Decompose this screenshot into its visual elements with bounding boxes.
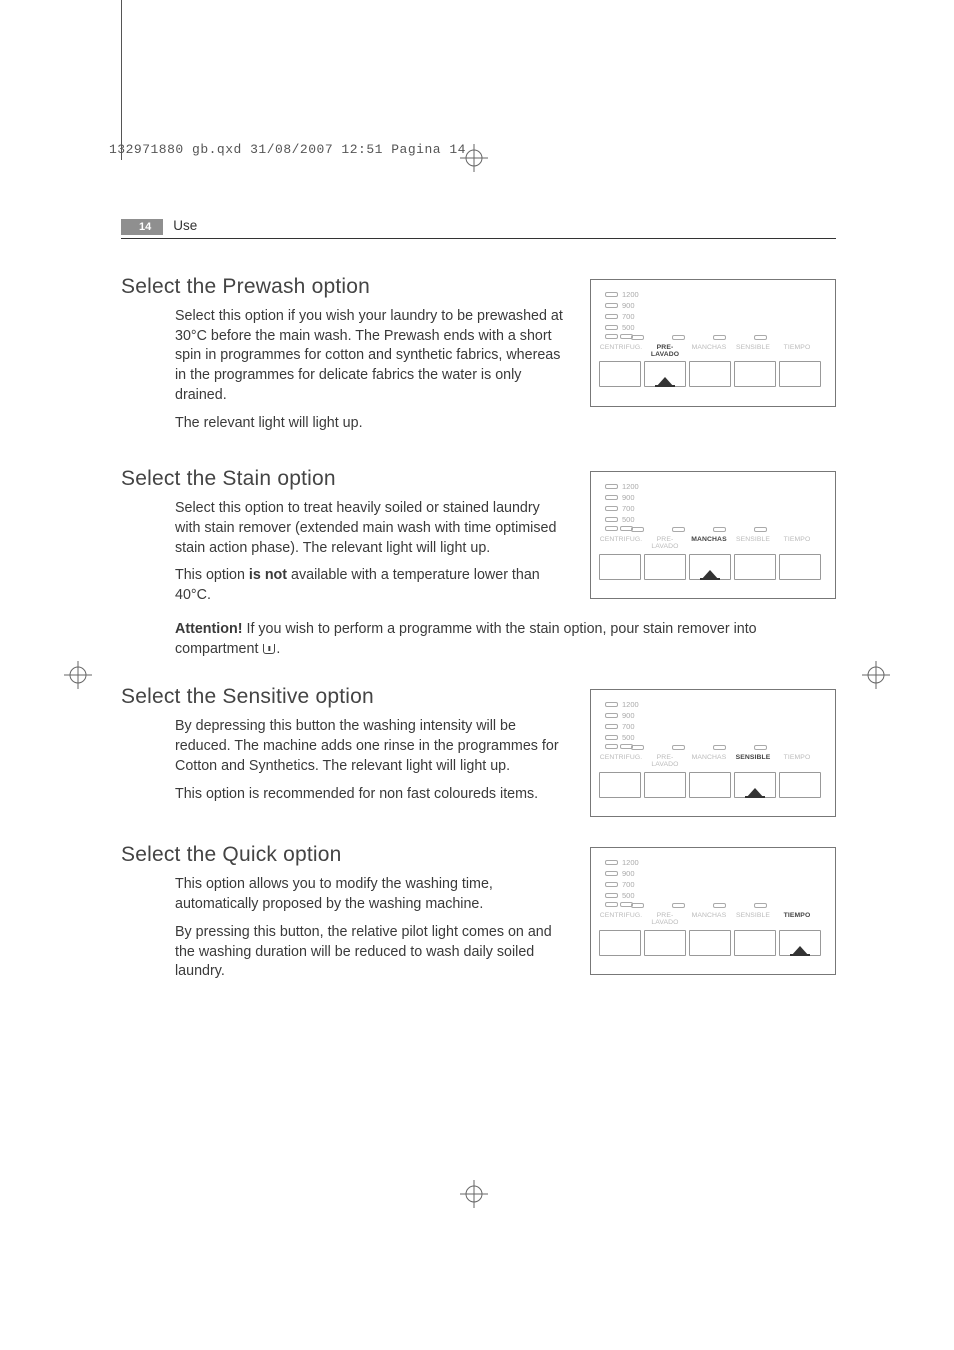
section-heading: Select the Sensitive option: [121, 685, 568, 709]
panel-button-sensible: [734, 772, 776, 798]
page-number: 14: [121, 219, 163, 235]
control-panel-diagram: 1200900700500 CENTRIFUG.PRE-LAVADOMANCHA…: [590, 471, 836, 599]
panel-button-centrifug: [599, 772, 641, 798]
control-panel-diagram: 1200900700500 CENTRIFUG.PRE-LAVADOMANCHA…: [590, 689, 836, 817]
body-text: The relevant light will light up.: [175, 414, 568, 434]
registration-mark-icon: [64, 661, 92, 689]
section-heading: Select the Stain option: [121, 467, 568, 491]
registration-mark-icon: [460, 1180, 488, 1208]
panel-button-manchas: [689, 554, 731, 580]
running-head: 14 Use: [121, 218, 836, 239]
body-text: By pressing this button, the relative pi…: [175, 923, 568, 982]
print-file-header: 132971880 gb.qxd 31/08/2007 12:51 Pagina…: [109, 142, 466, 157]
section-label: Use: [173, 218, 197, 233]
body-text: Select this option if you wish your laun…: [175, 307, 568, 406]
panel-button-manchas: [689, 772, 731, 798]
panel-button-centrifug: [599, 554, 641, 580]
panel-button-centrifug: [599, 361, 641, 387]
panel-button-manchas: [689, 361, 731, 387]
panel-button-tiempo: [779, 930, 821, 956]
control-panel-diagram: 1200900700500 CENTRIFUG.PRE-LAVADOMANCHA…: [590, 279, 836, 407]
body-text: Select this option to treat heavily soil…: [175, 499, 568, 558]
panel-button-centrifug: [599, 930, 641, 956]
panel-button-prelavado: [644, 772, 686, 798]
panel-button-sensible: [734, 361, 776, 387]
compartment-icon: [263, 644, 275, 654]
section-heading: Select the Prewash option: [121, 275, 568, 299]
panel-button-prelavado: [644, 930, 686, 956]
panel-button-prelavado: [644, 361, 686, 387]
section-heading: Select the Quick option: [121, 843, 568, 867]
control-panel-diagram: 1200900700500 CENTRIFUG.PRE-LAVADOMANCHA…: [590, 847, 836, 975]
panel-button-prelavado: [644, 554, 686, 580]
panel-button-tiempo: [779, 554, 821, 580]
body-text: By depressing this button the washing in…: [175, 717, 568, 776]
registration-mark-icon: [862, 661, 890, 689]
body-text: This option is recommended for non fast …: [175, 785, 568, 805]
body-text: Attention! If you wish to perform a prog…: [175, 620, 836, 659]
panel-button-sensible: [734, 930, 776, 956]
panel-button-tiempo: [779, 361, 821, 387]
registration-mark-icon: [460, 144, 488, 172]
body-text: This option is not available with a temp…: [175, 566, 568, 605]
panel-button-sensible: [734, 554, 776, 580]
panel-button-manchas: [689, 930, 731, 956]
body-text: This option allows you to modify the was…: [175, 875, 568, 914]
panel-button-tiempo: [779, 772, 821, 798]
